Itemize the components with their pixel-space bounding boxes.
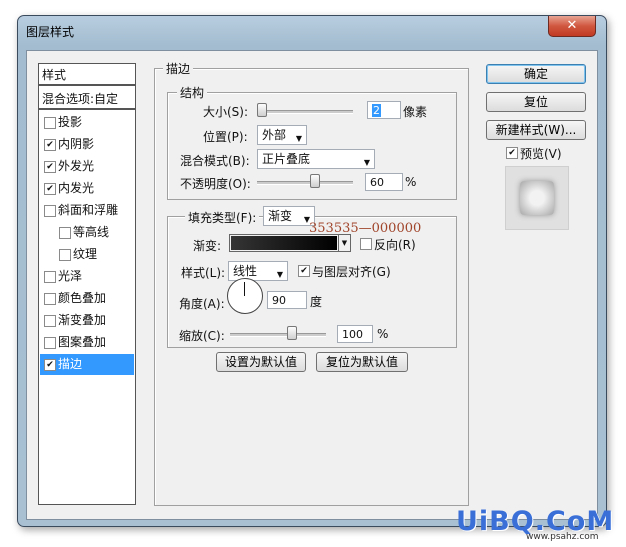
chevron-down-icon[interactable]: ▼ <box>338 235 350 251</box>
angle-unit: 度 <box>310 295 323 309</box>
style-item-checkbox[interactable] <box>59 227 71 239</box>
preview-label: 预览(V) <box>520 147 562 161</box>
style-item-label: 外发光 <box>58 159 95 173</box>
style-item-checkbox[interactable]: ✔ <box>44 161 56 173</box>
dialog-client: 样式 混合选项:自定 投影 ✔ 内阴影 ✔ 外发光 ✔ 内发光 斜面和浮雕 等高线 纹理 光泽 颜色叠… <box>26 50 598 520</box>
style-item-checkbox[interactable] <box>44 315 56 327</box>
gradient-preview <box>231 236 337 250</box>
align-with-layer-label: 与图层对齐(G) <box>312 265 391 279</box>
style-item[interactable]: ✔ 描边 <box>40 354 134 375</box>
position-select[interactable]: 外部 ▼ <box>257 125 307 145</box>
style-value: 线性 <box>233 264 258 278</box>
scale-slider-track[interactable] <box>230 333 326 337</box>
opacity-slider-track[interactable] <box>257 181 353 185</box>
style-item-checkbox[interactable] <box>44 117 56 129</box>
opacity-label: 不透明度(O): <box>180 177 251 191</box>
style-item-checkbox[interactable] <box>44 337 56 349</box>
close-icon[interactable]: ✕ <box>548 16 596 37</box>
window-title: 图层样式 <box>26 25 75 39</box>
style-item[interactable]: ✔ 内阴影 <box>40 134 134 155</box>
styles-header[interactable]: 样式 <box>39 64 135 86</box>
style-item-label: 光泽 <box>58 269 83 283</box>
size-label: 大小(S): <box>203 105 249 119</box>
opacity-unit: % <box>405 175 417 189</box>
style-item-label: 描边 <box>58 357 83 371</box>
style-item[interactable]: 斜面和浮雕 <box>40 200 134 221</box>
reverse-checkbox[interactable] <box>360 238 372 250</box>
style-item-checkbox[interactable] <box>59 249 71 261</box>
style-item-label: 内发光 <box>58 181 95 195</box>
blend-mode-label: 混合模式(B): <box>180 154 250 168</box>
style-item-label: 颜色叠加 <box>58 291 107 305</box>
style-item[interactable]: 纹理 <box>40 244 134 265</box>
scale-unit: % <box>377 327 389 341</box>
stroke-title: 描边 <box>163 60 194 77</box>
layer-style-window: 图层样式 ✕ 样式 混合选项:自定 投影 ✔ 内阴影 ✔ 外发光 ✔ 内发光 斜面和浮雕 等高线… <box>17 15 607 527</box>
preview-checkbox[interactable]: ✔ <box>506 147 518 159</box>
opacity-input[interactable]: 60 <box>365 173 403 191</box>
style-item-checkbox[interactable] <box>44 293 56 305</box>
size-unit: 像素 <box>403 105 428 119</box>
scale-slider-thumb[interactable] <box>287 326 297 340</box>
style-item-label: 渐变叠加 <box>58 313 107 327</box>
styles-list: 样式 混合选项:自定 投影 ✔ 内阴影 ✔ 外发光 ✔ 内发光 斜面和浮雕 等高线 纹理 光泽 颜色叠… <box>38 63 136 505</box>
style-item-label: 投影 <box>58 115 83 129</box>
chevron-down-icon: ▼ <box>363 158 370 167</box>
fill-type-select[interactable]: 渐变 ▼ <box>263 206 315 226</box>
chevron-down-icon: ▼ <box>295 134 302 143</box>
style-select[interactable]: 线性 ▼ <box>228 261 288 281</box>
style-item[interactable]: ✔ 内发光 <box>40 178 134 199</box>
fill-type-label: 填充类型(F): <box>185 209 260 226</box>
style-item-label: 等高线 <box>73 225 110 239</box>
style-item-checkbox[interactable] <box>44 205 56 217</box>
structure-title: 结构 <box>177 84 208 101</box>
position-value: 外部 <box>262 128 287 142</box>
style-item[interactable]: 图案叠加 <box>40 332 134 353</box>
new-style-button[interactable]: 新建样式(W)... <box>486 120 586 140</box>
align-with-layer-checkbox[interactable]: ✔ <box>298 265 310 277</box>
style-item-checkbox[interactable]: ✔ <box>44 183 56 195</box>
preview-swatch <box>520 181 554 215</box>
blend-mode-value: 正片叠底 <box>262 152 311 166</box>
opacity-slider-thumb[interactable] <box>309 174 320 188</box>
blend-mode-select[interactable]: 正片叠底 ▼ <box>257 149 375 169</box>
angle-label: 角度(A): <box>179 297 225 311</box>
size-slider-track[interactable] <box>257 110 353 114</box>
style-item[interactable]: 光泽 <box>40 266 134 287</box>
style-item-label: 纹理 <box>73 247 98 261</box>
scale-input[interactable]: 100 <box>337 325 373 343</box>
ok-button[interactable]: 确定 <box>486 64 586 84</box>
style-item[interactable]: ✔ 外发光 <box>40 156 134 177</box>
size-slider-thumb[interactable] <box>257 103 267 117</box>
preview-box <box>505 166 569 230</box>
size-input[interactable]: 2 <box>367 101 401 119</box>
style-item[interactable]: 颜色叠加 <box>40 288 134 309</box>
style-item[interactable]: 渐变叠加 <box>40 310 134 331</box>
angle-dial[interactable] <box>227 278 263 314</box>
scale-label: 缩放(C): <box>179 329 225 343</box>
style-item-checkbox[interactable]: ✔ <box>44 139 56 151</box>
style-item-checkbox[interactable] <box>44 271 56 283</box>
set-default-button[interactable]: 设置为默认值 <box>216 352 306 372</box>
style-item[interactable]: 等高线 <box>40 222 134 243</box>
style-item-label: 斜面和浮雕 <box>58 203 119 217</box>
reverse-label: 反向(R) <box>374 238 416 252</box>
style-item[interactable]: 投影 <box>40 112 134 133</box>
blend-options-item[interactable]: 混合选项:自定 <box>39 88 135 110</box>
angle-dial-needle <box>244 282 245 296</box>
gradient-picker[interactable]: ▼ <box>229 234 351 252</box>
style-label: 样式(L): <box>181 266 226 280</box>
watermark-url: www.psahz.com <box>526 532 599 542</box>
style-item-checkbox[interactable]: ✔ <box>44 359 56 371</box>
chevron-down-icon: ▼ <box>276 270 283 279</box>
reset-button[interactable]: 复位 <box>486 92 586 112</box>
style-item-label: 图案叠加 <box>58 335 107 349</box>
reset-default-button[interactable]: 复位为默认值 <box>316 352 408 372</box>
size-value: 2 <box>372 104 381 117</box>
gradient-label: 渐变: <box>193 239 222 253</box>
angle-input[interactable]: 90 <box>267 291 307 309</box>
position-label: 位置(P): <box>203 130 248 144</box>
fill-type-value: 渐变 <box>268 209 293 223</box>
style-item-label: 内阴影 <box>58 137 95 151</box>
